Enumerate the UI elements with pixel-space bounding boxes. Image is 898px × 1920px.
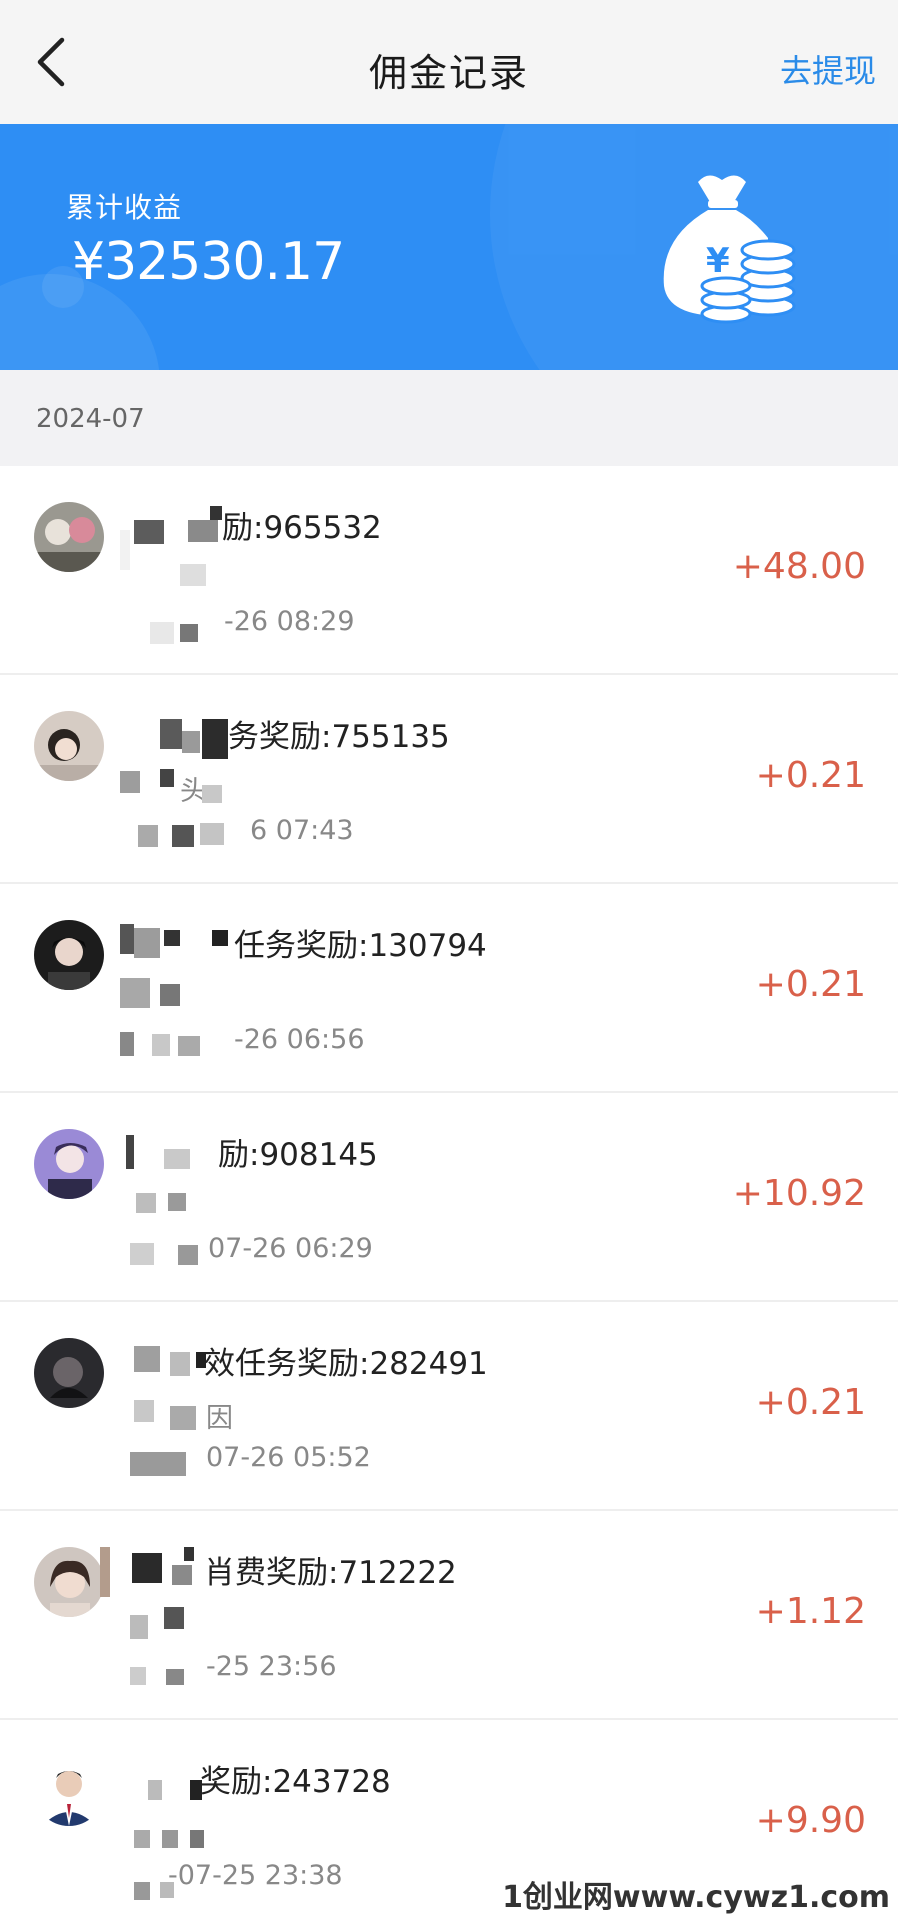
record-title: 肖费奖励:712222 xyxy=(204,1555,457,1591)
avatar xyxy=(34,1547,104,1617)
total-earnings-label: 累计收益 xyxy=(66,191,183,224)
list-item[interactable]: 肖费奖励:712222 -25 23:56 +1.12 xyxy=(0,1511,898,1720)
page-title: 佣金记录 xyxy=(368,51,529,95)
record-time: 07-26 05:52 xyxy=(206,1442,371,1473)
record-amount: +1.12 xyxy=(755,1591,866,1632)
record-amount: +0.21 xyxy=(755,1382,866,1423)
date-group-label: 2024-07 xyxy=(36,404,145,434)
record-amount: +48.00 xyxy=(732,546,866,587)
record-title: 务奖励:755135 xyxy=(228,719,450,755)
record-title: 效任务奖励:282491 xyxy=(204,1346,488,1382)
money-bag-icon: ¥ xyxy=(663,175,796,324)
record-amount: +0.21 xyxy=(755,755,866,796)
list-item[interactable]: 任务奖励:130794 -26 06:56 +0.21 xyxy=(0,884,898,1093)
record-title: 励:908145 xyxy=(218,1137,378,1173)
avatar xyxy=(34,502,104,572)
commission-record-list: 励:965532 -26 08:29 +48.00 务奖励:755135 头 6… xyxy=(0,466,898,1920)
top-nav-bar: 佣金记录 去提现 xyxy=(0,0,898,124)
avatar xyxy=(34,1338,104,1408)
date-group-header: 2024-07 xyxy=(0,370,898,466)
record-title: 奖励:243728 xyxy=(200,1764,391,1800)
record-time: -26 06:56 xyxy=(234,1024,365,1055)
record-title: 任务奖励:130794 xyxy=(234,928,487,964)
record-time: 6 07:43 xyxy=(250,815,354,846)
record-time: -07-25 23:38 xyxy=(168,1860,343,1891)
list-item[interactable]: 效任务奖励:282491 因 07-26 05:52 +0.21 xyxy=(0,1302,898,1511)
list-item[interactable]: 务奖励:755135 头 6 07:43 +0.21 xyxy=(0,675,898,884)
earnings-banner: 累计收益 ¥32530.17 ¥ xyxy=(0,124,898,370)
avatar xyxy=(34,920,104,990)
watermark: 1创业网www.cywz1.com xyxy=(502,1880,890,1915)
record-amount: +0.21 xyxy=(755,964,866,1005)
record-time: -26 08:29 xyxy=(224,606,355,637)
record-subtitle: 因 xyxy=(206,1403,233,1434)
svg-text:¥: ¥ xyxy=(706,241,730,281)
avatar xyxy=(34,1129,104,1199)
record-amount: +10.92 xyxy=(732,1173,866,1214)
record-amount: +9.90 xyxy=(755,1800,866,1841)
record-time: -25 23:56 xyxy=(206,1651,337,1682)
avatar xyxy=(34,1756,104,1826)
list-item[interactable]: 励:908145 07-26 06:29 +10.92 xyxy=(0,1093,898,1302)
total-earnings-value: ¥32530.17 xyxy=(72,232,345,292)
record-time: 07-26 06:29 xyxy=(208,1233,373,1264)
avatar xyxy=(34,711,104,781)
record-title: 励:965532 xyxy=(222,510,382,546)
withdraw-link[interactable]: 去提现 xyxy=(780,46,876,92)
list-item[interactable]: 励:965532 -26 08:29 +48.00 xyxy=(0,466,898,675)
